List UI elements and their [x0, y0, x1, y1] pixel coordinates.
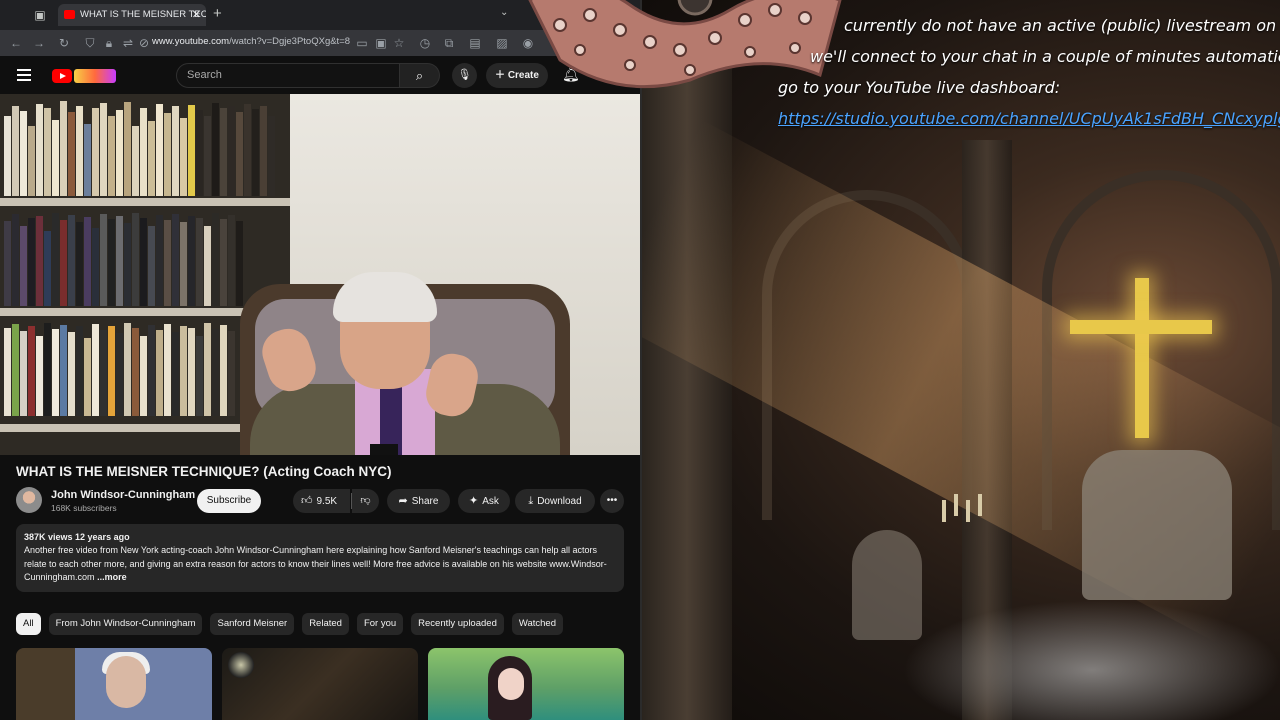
youtube-favicon-icon [64, 10, 75, 19]
chip-watched[interactable]: Watched [511, 613, 563, 635]
tab-search-chevron-icon[interactable]: ⌄ [500, 7, 508, 18]
candle [966, 500, 970, 522]
url-field[interactable]: www.youtube.com/watch?v=Dgje3PtoQXg&t=8 [152, 36, 352, 47]
subscriber-count: 168K subscribers [51, 503, 117, 513]
search-icon: ⌕ [415, 68, 424, 83]
thumbs-down-icon: 👎︎ [360, 495, 371, 506]
lock-icon[interactable]: 🔒︎ [101, 35, 117, 51]
youtube-doodle-logo [74, 68, 116, 83]
golden-cross [1135, 278, 1149, 438]
plus-icon: ＋ [495, 70, 508, 81]
dislike-button[interactable]: 👎︎ [352, 489, 379, 513]
chip-all[interactable]: All [16, 613, 41, 635]
chip-from-channel[interactable]: From John Windsor-Cunningham [48, 613, 203, 635]
tracking-blocked-icon[interactable]: ⊘ [136, 35, 152, 51]
live-dashboard-link[interactable]: https://studio.youtube.com/channel/UCpUy… [778, 103, 1280, 134]
browser-tab[interactable]: WHAT IS THE MEISNER TECHNI ✕ [58, 4, 206, 26]
download-icon: ⤓ [528, 495, 534, 507]
channel-avatar[interactable] [16, 487, 42, 513]
sparkle-icon: ✦ [469, 495, 479, 507]
tab-actions-icon[interactable]: ▣ [32, 7, 48, 23]
overlay-line-1: currently do not have an active (public)… [844, 16, 1280, 35]
description-text: Another free video from New York acting-… [24, 545, 607, 582]
speaker-hair [333, 272, 437, 322]
extension-image-icon[interactable]: ▨ [494, 35, 510, 51]
ask-button[interactable]: ✦ Ask [458, 489, 510, 513]
chip-for-you[interactable]: For you [356, 613, 404, 635]
video-player[interactable] [0, 94, 640, 455]
chip-sanford-meisner[interactable]: Sanford Meisner [210, 613, 295, 635]
statue [1082, 450, 1232, 600]
pip-icon[interactable]: ▣ [373, 35, 389, 51]
share-arrow-icon: ➦ [398, 495, 408, 507]
extensions-icon[interactable]: ⧉ [441, 35, 457, 51]
video-title: WHAT IS THE MEISNER TECHNIQUE? (Acting C… [16, 464, 392, 479]
browser-window: ▣ WHAT IS THE MEISNER TECHNI ✕ + ⌄ ← → ↻… [0, 0, 640, 720]
chip-related[interactable]: Related [302, 613, 349, 635]
overlay-line-2: we'll connect to your chat in a couple o… [810, 47, 1280, 66]
smoke [902, 600, 1280, 720]
views-and-date: 387K views 12 years ago [24, 532, 130, 542]
more-link[interactable]: ...more [97, 572, 127, 582]
recommended-thumbnail[interactable] [222, 648, 418, 720]
channel-name[interactable]: John Windsor-Cunningham [51, 489, 195, 501]
golden-cross-bar [1070, 320, 1212, 334]
youtube-play-icon [52, 68, 72, 83]
candle [954, 494, 958, 516]
stream-status-overlay: currently do not have an active (public)… [778, 10, 1280, 134]
download-button[interactable]: ⤓ Download [515, 489, 595, 513]
recommended-thumbnail[interactable] [428, 648, 624, 720]
tab-title: WHAT IS THE MEISNER TECHNI [80, 9, 206, 20]
related-filter-chips: All From John Windsor-Cunningham Sanford… [16, 613, 571, 635]
new-tab-icon[interactable]: + [213, 5, 222, 22]
thumbs-up-icon: 👍︎ [301, 495, 313, 507]
screenshot-icon[interactable]: ▭ [354, 35, 370, 51]
back-icon[interactable]: ← [8, 35, 24, 51]
voice-search-button[interactable]: 🎙︎ [452, 63, 477, 88]
microphone-prop [370, 444, 398, 455]
candle [978, 494, 982, 516]
more-actions-button[interactable]: ••• [600, 489, 624, 513]
reload-icon[interactable]: ↻ [56, 35, 72, 51]
chip-recently-uploaded[interactable]: Recently uploaded [411, 613, 504, 635]
overlay-line-3: go to your YouTube live dashboard: [778, 78, 1061, 97]
search-input[interactable]: Search [176, 63, 400, 88]
like-button[interactable]: 👍︎ 9.5K [293, 489, 350, 513]
youtube-logo[interactable] [52, 68, 116, 83]
menu-hamburger-icon[interactable] [17, 69, 31, 81]
screen: ▣ WHAT IS THE MEISNER TECHNI ✕ + ⌄ ← → ↻… [0, 0, 1280, 720]
forward-icon[interactable]: → [31, 35, 47, 51]
recommended-thumbnail[interactable] [16, 648, 212, 720]
subscribe-button[interactable]: Subscribe [197, 489, 261, 513]
shield-icon[interactable]: ⛉ [82, 35, 98, 51]
history-icon[interactable]: ◷ [417, 35, 433, 51]
close-tab-icon[interactable]: ✕ [192, 4, 201, 26]
more-dots-icon: ••• [606, 495, 618, 506]
site-settings-icon[interactable]: ⇌ [120, 35, 136, 51]
candle [942, 500, 946, 522]
microphone-icon: 🎙︎ [457, 69, 472, 81]
description-box[interactable]: 387K views 12 years ago Another free vid… [16, 524, 624, 592]
search-button[interactable]: ⌕ [400, 63, 440, 88]
share-button[interactable]: ➦ Share [387, 489, 450, 513]
bookmark-star-icon[interactable]: ☆ [391, 35, 407, 51]
extension-badge-icon[interactable]: ▤ [467, 35, 483, 51]
